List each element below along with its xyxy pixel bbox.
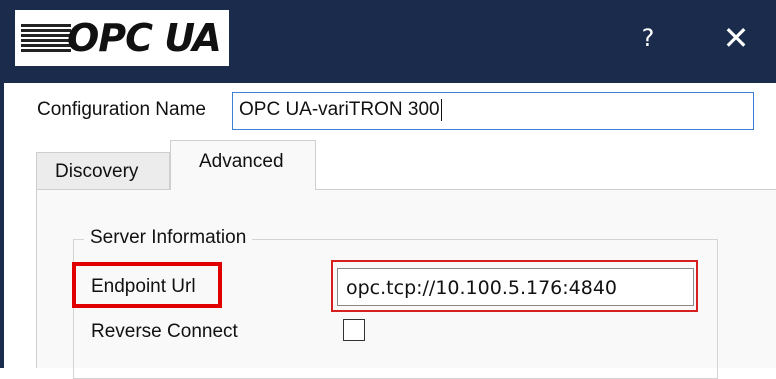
opc-ua-logo: OPC UA: [15, 10, 229, 66]
configuration-name-input[interactable]: OPC UA-variTRON 300: [232, 92, 754, 130]
reverse-connect-checkbox[interactable]: [343, 319, 365, 341]
configuration-name-label: Configuration Name: [37, 99, 206, 120]
text-caret: [440, 99, 442, 121]
logo-stripes-icon: [21, 24, 71, 52]
endpoint-url-input[interactable]: opc.tcp://10.100.5.176:4840: [337, 268, 694, 306]
tab-advanced[interactable]: Advanced: [170, 140, 316, 190]
logo-text: OPC UA: [67, 16, 222, 60]
configuration-name-value: OPC UA-variTRON 300: [239, 99, 440, 121]
title-bar: OPC UA ? ✕: [0, 0, 776, 83]
server-information-legend: Server Information: [84, 227, 253, 249]
help-button[interactable]: ?: [624, 14, 672, 62]
tab-discovery[interactable]: Discovery: [36, 152, 170, 189]
close-button[interactable]: ✕: [712, 14, 760, 62]
endpoint-label-highlight: [72, 262, 222, 308]
window-border: [0, 83, 4, 368]
reverse-connect-label: Reverse Connect: [91, 321, 238, 342]
